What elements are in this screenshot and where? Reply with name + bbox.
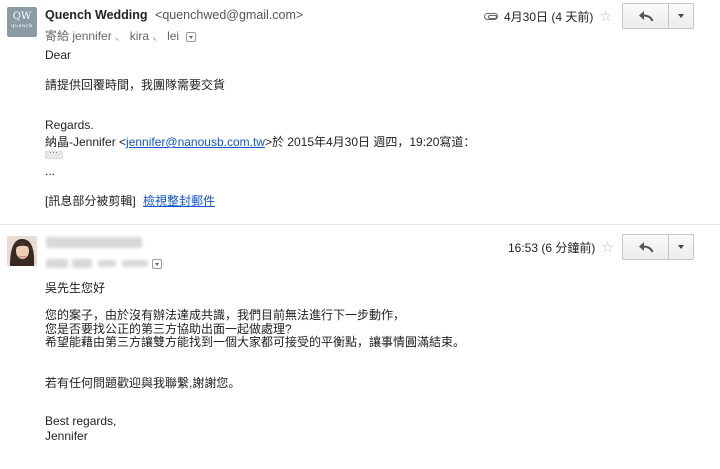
- message-2: 16:53 (6 分鐘前) ☆ 吳先生您好 您的案子，由於沒有辦法達成共識，我們…: [0, 226, 720, 469]
- recipient-redacted: [98, 260, 116, 267]
- chevron-down-icon: [678, 245, 684, 249]
- paperclip-icon: [484, 13, 498, 20]
- recipient: kira: [129, 29, 150, 43]
- quote-email-link[interactable]: jennifer@nanousb.com.tw: [126, 135, 265, 149]
- more-actions-button[interactable]: [669, 3, 694, 29]
- profile-photo: [7, 236, 37, 266]
- quote-suffix: >於 2015年4月30日 週四，19:20寫道：: [264, 135, 476, 149]
- body-greeting: Dear: [45, 48, 72, 62]
- message-meta: 16:53 (6 分鐘前) ☆: [508, 239, 614, 256]
- body-greeting: 吳先生您好: [45, 281, 106, 295]
- reply-button-group: [622, 234, 694, 260]
- recipient-redacted: [72, 259, 92, 268]
- reply-button-group: [622, 3, 694, 29]
- quoted-header: 納晶-Jennifer <jennifer@nanousb.com.tw>於 2…: [45, 133, 475, 150]
- clipped-notice: [訊息部分被剪輯] 檢視整封郵件: [45, 192, 215, 209]
- clipped-label: [訊息部分被剪輯]: [45, 194, 136, 208]
- avatar-caption: quench: [11, 23, 33, 29]
- show-trimmed-content-button[interactable]: [45, 147, 63, 159]
- to-label: 寄給: [45, 29, 70, 43]
- recipient-redacted: [46, 259, 68, 268]
- message-1: QW quench Quench Wedding <quenchwed@gmai…: [0, 0, 720, 222]
- message-divider: [0, 224, 720, 225]
- sender-name[interactable]: Quench Wedding: [45, 8, 148, 22]
- avatar-initials: QW: [12, 11, 32, 22]
- body-regards: Regards.: [45, 118, 94, 132]
- reply-button[interactable]: [622, 234, 669, 260]
- body-text: 若有任何問題歡迎與我聯繫,謝謝您。: [45, 376, 241, 390]
- sender-email: <quenchwed@gmail.com>: [155, 8, 304, 22]
- message-date[interactable]: 4月30日 (4 天前): [504, 8, 593, 25]
- chevron-down-icon: [678, 14, 684, 18]
- show-details-icon[interactable]: [152, 259, 162, 269]
- recipient-redacted: [122, 260, 148, 267]
- sender-avatar[interactable]: QW quench: [7, 7, 37, 37]
- show-details-icon[interactable]: [186, 31, 197, 42]
- star-icon[interactable]: ☆: [601, 239, 614, 256]
- sender-avatar[interactable]: [7, 236, 37, 266]
- recipient: lei: [167, 29, 180, 43]
- reply-button[interactable]: [622, 3, 669, 29]
- body-ellipsis: ...: [45, 164, 56, 178]
- recipients-line: 寄給 jennifer、 kira、 lei: [45, 27, 197, 44]
- sender-name-redacted[interactable]: [46, 237, 142, 248]
- reply-arrow-icon: [638, 242, 653, 253]
- body-text: 請提供回覆時間，我團隊需要交貨: [45, 78, 226, 92]
- body-signature: Jennifer: [45, 429, 88, 443]
- message-meta: 4月30日 (4 天前) ☆: [484, 8, 612, 25]
- recipient: jennifer: [72, 29, 112, 43]
- message-time[interactable]: 16:53 (6 分鐘前): [508, 239, 595, 256]
- message-header-sender[interactable]: Quench Wedding <quenchwed@gmail.com>: [45, 8, 303, 22]
- body-text: 希望能藉由第三方讓雙方能找到一個大家都可接受的平衡點，讓事情圓滿結束。: [45, 335, 466, 349]
- body-closing: Best regards,: [45, 414, 117, 428]
- star-icon[interactable]: ☆: [599, 8, 612, 25]
- view-entire-message-link[interactable]: 檢視整封郵件: [143, 194, 215, 208]
- reply-arrow-icon: [638, 11, 653, 22]
- more-actions-button[interactable]: [669, 234, 694, 260]
